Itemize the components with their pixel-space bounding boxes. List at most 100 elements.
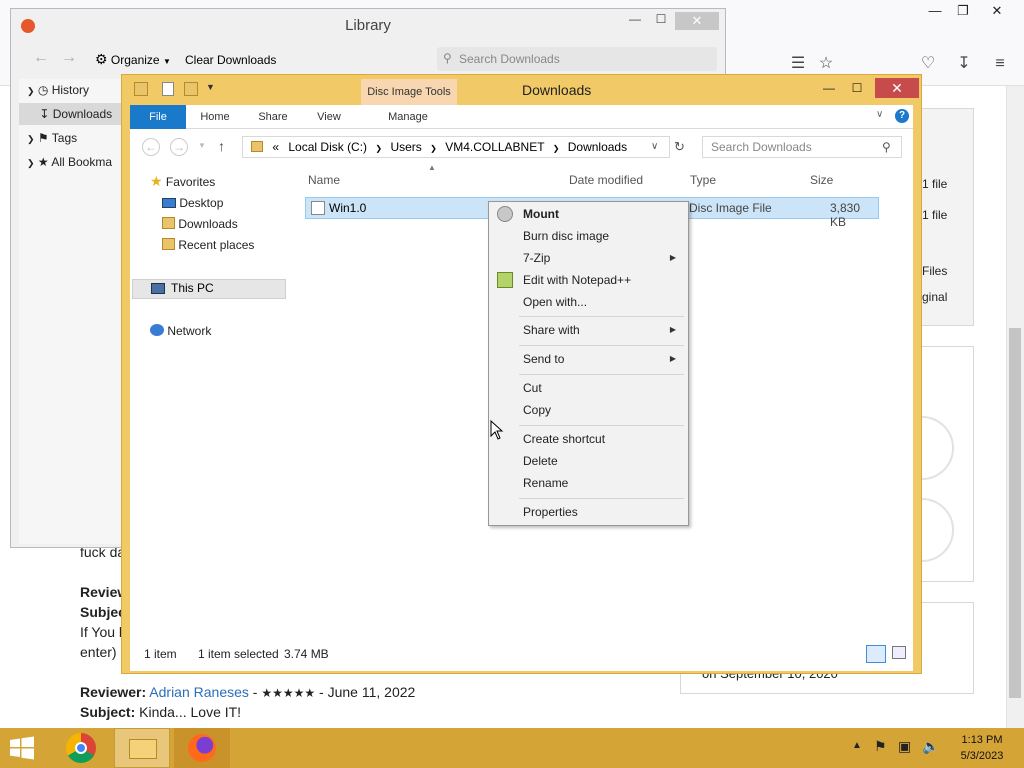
menu-item-rename[interactable]: Rename	[491, 472, 686, 494]
sidebar-item-label: All Bookma	[51, 155, 113, 169]
tab-home[interactable]: Home	[190, 105, 240, 129]
submenu-arrow-icon: ▶	[669, 253, 676, 262]
contextual-tab-header: Disc Image Tools	[361, 79, 457, 107]
review-subject: Subject: Kinda... Love IT!	[80, 702, 241, 722]
explorer-close-button[interactable]: ✕	[875, 78, 919, 98]
chevron-down-icon[interactable]: ▼	[198, 141, 206, 150]
menu-item-mount[interactable]: Mount	[491, 203, 686, 225]
breadcrumb-prefix[interactable]: «	[272, 140, 279, 154]
start-button[interactable]	[8, 736, 40, 760]
reviewer-name-link[interactable]: Adrian Raneses	[149, 684, 249, 700]
browser-maximize-button[interactable]: ❐	[948, 2, 978, 20]
large-icons-view-icon[interactable]	[892, 646, 906, 659]
taskbar-firefox[interactable]	[174, 728, 230, 768]
back-arrow-icon[interactable]: ←	[142, 138, 160, 156]
scrollbar-thumb[interactable]	[1009, 328, 1021, 698]
status-item-count: 1 item	[144, 647, 177, 661]
help-icon[interactable]: ?	[895, 109, 909, 123]
clear-downloads-button[interactable]: Clear Downloads	[185, 53, 276, 67]
tab-manage[interactable]: Manage	[376, 105, 440, 129]
chevron-down-icon[interactable]: ∨	[876, 109, 883, 120]
column-header-date[interactable]: Date modified	[569, 171, 643, 189]
submenu-arrow-icon: ▶	[669, 325, 676, 334]
taskbar-chrome[interactable]	[54, 728, 110, 768]
menu-item-burn-disc-image[interactable]: Burn disc image	[491, 225, 686, 247]
recent-places-icon	[162, 238, 175, 250]
menu-item-share-with[interactable]: Share with ▶	[491, 319, 686, 341]
breadcrumb-local-disk[interactable]: Local Disk (C:)	[288, 140, 367, 154]
review-date: - June 11, 2022	[319, 684, 416, 700]
tab-view[interactable]: View	[304, 105, 354, 129]
breadcrumb-downloads[interactable]: Downloads	[568, 140, 627, 154]
new-folder-icon[interactable]	[184, 82, 198, 96]
menu-item-properties[interactable]: Properties	[491, 501, 686, 523]
column-header-type[interactable]: Type	[690, 171, 716, 189]
nav-item-favorites[interactable]: ★ Favorites	[150, 171, 215, 191]
sidebar-item-downloads[interactable]: ↧ Downloads	[19, 103, 131, 125]
tab-share[interactable]: Share	[248, 105, 298, 129]
action-center-flag-icon[interactable]: ⚑	[874, 738, 887, 755]
reader-view-icon[interactable]: ☰	[788, 54, 808, 74]
explorer-maximize-button[interactable]: ☐	[844, 78, 870, 98]
menu-item-open-with[interactable]: Open with...	[491, 291, 686, 313]
forward-arrow-icon[interactable]: →	[170, 138, 188, 156]
nav-item-desktop[interactable]: Desktop	[162, 193, 223, 213]
volume-muted-icon[interactable]: 🔈	[922, 738, 939, 755]
windows-logo-icon	[10, 736, 34, 760]
network-tray-icon[interactable]: ▣	[898, 738, 911, 755]
disc-image-icon	[311, 201, 325, 215]
nav-item-network[interactable]: Network	[150, 321, 211, 341]
chevron-down-icon[interactable]: ▼	[206, 82, 215, 92]
menu-item-send-to[interactable]: Send to ▶	[491, 348, 686, 370]
review-header: Reviewer: Adrian Raneses - ★★★★★ - June …	[80, 682, 415, 703]
column-header-size[interactable]: Size	[810, 171, 833, 189]
up-arrow-icon[interactable]: ↑	[218, 138, 225, 154]
folder-down-icon[interactable]	[134, 82, 148, 96]
details-view-icon[interactable]	[866, 645, 886, 663]
nav-item-downloads[interactable]: Downloads	[162, 214, 238, 234]
library-minimize-button[interactable]: —	[623, 12, 647, 30]
pocket-icon[interactable]: ♡	[918, 54, 938, 74]
menu-item-copy[interactable]: Copy	[491, 399, 686, 421]
library-close-button[interactable]: ✕	[675, 12, 719, 30]
menu-item-delete[interactable]: Delete	[491, 450, 686, 472]
sidebar-item-tags[interactable]: ❯ ⚑ Tags	[19, 127, 131, 149]
menu-item-7zip[interactable]: 7-Zip ▶	[491, 247, 686, 269]
taskbar-file-explorer[interactable]	[114, 728, 170, 768]
taskbar-clock[interactable]: 1:13 PM 5/3/2023	[950, 732, 1014, 764]
menu-item-cut[interactable]: Cut	[491, 377, 686, 399]
browser-close-button[interactable]: ✕	[982, 2, 1012, 20]
clock-date: 5/3/2023	[960, 750, 1004, 762]
sidebar-item-history[interactable]: ❯ ◷ History	[19, 79, 131, 101]
organize-button[interactable]: ⚙ Organize ▼	[95, 51, 171, 68]
breadcrumb-user[interactable]: VM4.COLLABNET	[445, 140, 544, 154]
menu-item-label: 7-Zip	[523, 251, 551, 265]
column-header-name[interactable]: Name	[308, 171, 340, 189]
sidebar-item-all-bookmarks[interactable]: ❯ ★ All Bookma	[19, 151, 131, 173]
tab-file[interactable]: File	[130, 105, 186, 129]
back-arrow-icon[interactable]: ←	[33, 49, 49, 67]
tray-overflow-icon[interactable]: ▲	[852, 740, 862, 751]
menu-item-create-shortcut[interactable]: Create shortcut	[491, 428, 686, 450]
menu-icon[interactable]: ≡	[990, 54, 1010, 74]
browser-minimize-button[interactable]: —	[920, 2, 950, 20]
menu-item-edit-notepad[interactable]: Edit with Notepad++	[491, 269, 686, 291]
folder-icon	[251, 141, 263, 152]
breadcrumb-users[interactable]: Users	[390, 140, 421, 154]
review-fragment: enter)	[80, 644, 117, 660]
explorer-minimize-button[interactable]: —	[816, 78, 842, 98]
chevron-down-icon[interactable]: ∨	[651, 137, 658, 157]
library-maximize-button[interactable]: ☐	[649, 12, 673, 30]
forward-arrow-icon[interactable]: →	[61, 49, 77, 67]
chevron-down-icon: ▼	[162, 57, 171, 66]
download-icon[interactable]: ↧	[954, 54, 974, 74]
address-bar[interactable]: « Local Disk (C:) ❯ Users ❯ VM4.COLLABNE…	[242, 136, 670, 158]
properties-icon[interactable]	[162, 82, 174, 96]
refresh-icon[interactable]: ↻	[674, 139, 685, 155]
bookmark-star-icon[interactable]: ☆	[816, 54, 836, 74]
menu-item-label: Edit with Notepad++	[523, 273, 632, 287]
nav-item-this-pc[interactable]: This PC	[132, 279, 286, 299]
nav-item-recent-places[interactable]: Recent places	[162, 235, 254, 255]
explorer-search-input[interactable]: Search Downloads	[702, 136, 902, 158]
library-search-input[interactable]: Search Downloads	[437, 47, 717, 71]
